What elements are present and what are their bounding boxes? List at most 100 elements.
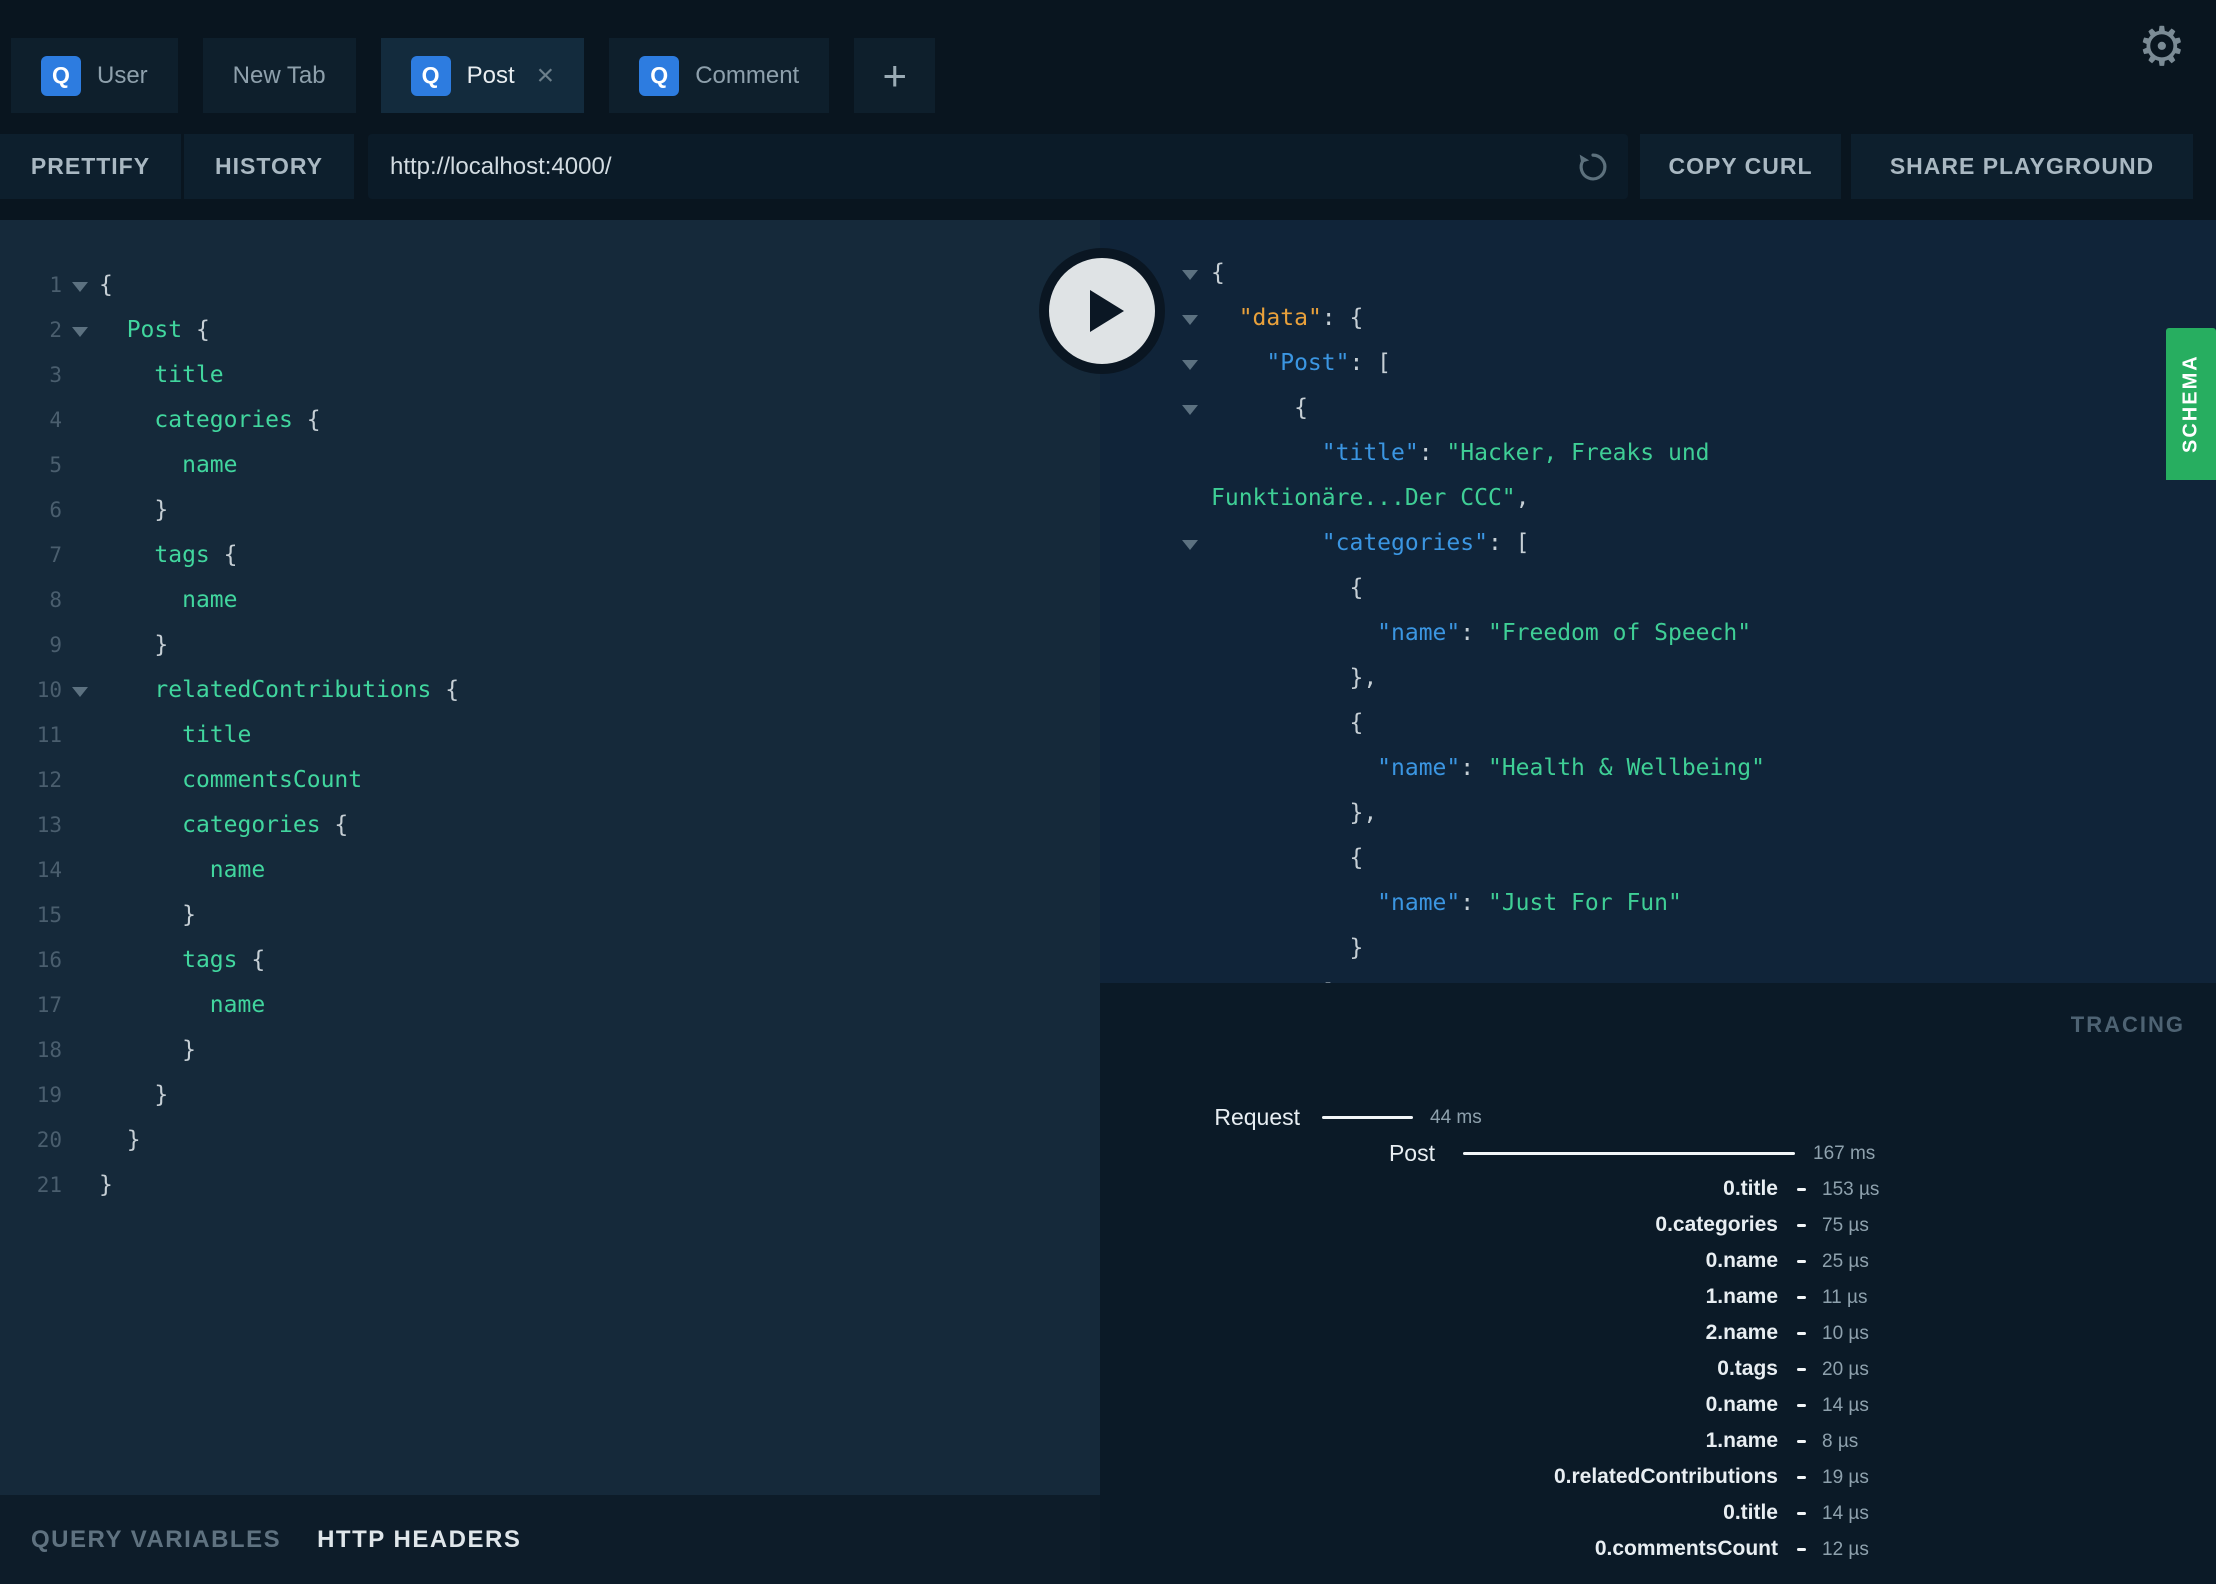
response-line: { [1100, 836, 2170, 881]
line-number: 5 [49, 453, 62, 477]
editor-line: 21} [0, 1163, 1100, 1208]
line-number: 1 [49, 273, 62, 297]
toolbar: PRETTIFY HISTORY http://localhost:4000/ … [0, 134, 2216, 199]
code-text: categories { [182, 812, 349, 838]
code-text: { [1211, 710, 1364, 736]
tracing-label: Post [1388, 1140, 1435, 1166]
fold-arrow-icon[interactable] [1182, 360, 1198, 370]
tracing-bar [1797, 1512, 1806, 1515]
tracing-label: Request [1214, 1104, 1300, 1130]
prettify-button[interactable]: PRETTIFY [0, 134, 181, 199]
code-text: title [154, 362, 224, 388]
tracing-label: 0.name [1705, 1249, 1778, 1272]
fold-arrow-icon[interactable] [72, 687, 88, 697]
tracing-label: 0.name [1705, 1393, 1778, 1416]
tracing-duration: 25 µs [1822, 1251, 1869, 1272]
tracing-duration: 44 ms [1430, 1107, 1482, 1128]
response-line: "title": "Hacker, Freaks und [1100, 431, 2170, 476]
query-badge-icon: Q [639, 55, 680, 96]
line-number: 12 [36, 768, 62, 792]
line-number: 2 [49, 318, 62, 342]
tracing-bar [1797, 1368, 1806, 1371]
code-text: categories { [154, 407, 321, 433]
editor-line: 16 tags { [0, 938, 1100, 983]
tracing-row: 1.name 11 µs [1100, 1279, 2216, 1315]
url-bar[interactable]: http://localhost:4000/ [368, 134, 1628, 199]
response-line: ] [1100, 971, 2170, 983]
code-text: { [99, 272, 113, 298]
fold-arrow-icon[interactable] [1182, 315, 1198, 325]
schema-tab[interactable]: SCHEMA [2166, 328, 2216, 480]
line-number: 9 [49, 633, 62, 657]
results-pane: { "data": { "Post": [ { "title": "Hacker… [1039, 220, 2216, 1584]
code-text: "name": "Freedom of Speech" [1377, 620, 1752, 646]
close-tab-icon[interactable]: × [537, 60, 555, 91]
code-text: commentsCount [182, 767, 363, 793]
code-text: { [1211, 395, 1308, 421]
fold-arrow-icon[interactable] [72, 327, 88, 337]
fold-arrow-icon[interactable] [1182, 270, 1198, 280]
fold-arrow-icon[interactable] [1182, 540, 1198, 550]
copy-curl-button[interactable]: COPY CURL [1640, 134, 1841, 199]
code-text: }, [1211, 665, 1378, 691]
share-playground-button[interactable]: SHARE PLAYGROUND [1851, 134, 2193, 199]
history-button[interactable]: HISTORY [184, 134, 354, 199]
editor-line: 13 categories { [0, 803, 1100, 848]
line-number: 18 [36, 1038, 62, 1062]
editor-line: 20 } [0, 1118, 1100, 1163]
editor-line: 19 } [0, 1073, 1100, 1118]
tracing-bar [1797, 1224, 1806, 1227]
tracing-label: 0.commentsCount [1594, 1537, 1778, 1560]
response-line: }, [1100, 656, 2170, 701]
tracing-duration: 8 µs [1822, 1431, 1859, 1452]
tracing-row: 0.categories 75 µs [1100, 1207, 2216, 1243]
fold-arrow-icon[interactable] [1182, 405, 1198, 415]
tracing-duration: 14 µs [1822, 1395, 1869, 1416]
editor-footer: QUERY VARIABLES HTTP HEADERS [0, 1495, 1100, 1584]
new-tab-button[interactable]: + [854, 38, 936, 113]
response-line: "Post": [ [1100, 341, 2170, 386]
query-editor[interactable]: 1{2 Post {3 title 4 categories {5 name 6 }… [0, 220, 1100, 1495]
query-variables-tab[interactable]: QUERY VARIABLES [31, 1526, 281, 1554]
tracing-label: 1.name [1705, 1285, 1778, 1308]
response-line: }, [1100, 791, 2170, 836]
line-number: 19 [36, 1083, 62, 1107]
tab-label: New Tab [232, 61, 326, 89]
editor-line: 8 name [0, 578, 1100, 623]
code-text: relatedContributions { [154, 677, 460, 703]
tracing-row: Post 167 ms [1100, 1135, 2216, 1171]
tracing-duration: 12 µs [1822, 1539, 1869, 1560]
execute-button[interactable] [1039, 248, 1165, 374]
tracing-label: 1.name [1705, 1429, 1778, 1452]
code-text: name [182, 587, 238, 613]
tracing-duration: 75 µs [1822, 1215, 1869, 1236]
tab-user[interactable]: Q User [11, 38, 178, 113]
line-number: 7 [49, 543, 62, 567]
tracing-label: 0.tags [1717, 1357, 1778, 1380]
line-number: 6 [49, 498, 62, 522]
fold-arrow-icon[interactable] [72, 282, 88, 292]
line-number: 17 [36, 993, 62, 1017]
tracing-row: 0.title 153 µs [1100, 1171, 2216, 1207]
code-text: } [99, 1037, 196, 1063]
tab-comment[interactable]: Q Comment [609, 38, 830, 113]
tracing-waterfall: Request 44 ms Post 167 ms 0.title 153 µs 0.cat… [1100, 1099, 2216, 1567]
editor-line: 17 name [0, 983, 1100, 1028]
reload-icon[interactable] [1574, 148, 1612, 186]
code-text: } [99, 1172, 113, 1198]
line-number: 21 [36, 1173, 62, 1197]
query-badge-icon: Q [41, 55, 81, 96]
tracing-bar [1797, 1332, 1806, 1335]
http-headers-tab[interactable]: HTTP HEADERS [317, 1526, 521, 1554]
code-text: Post { [126, 317, 210, 343]
tab-new-tab[interactable]: New Tab [202, 38, 356, 113]
tab-post[interactable]: Q Post × [380, 38, 585, 113]
response-line: "name": "Freedom of Speech" [1100, 611, 2170, 656]
response-line: { [1100, 251, 2170, 296]
code-text: } [99, 497, 169, 523]
response-line: "categories": [ [1100, 521, 2170, 566]
settings-gear-icon[interactable]: ⚙ [2138, 20, 2186, 74]
tracing-bar [1797, 1548, 1806, 1551]
response-viewer: { "data": { "Post": [ { "title": "Hacker… [1100, 220, 2216, 983]
editor-line: 7 tags { [0, 533, 1100, 578]
